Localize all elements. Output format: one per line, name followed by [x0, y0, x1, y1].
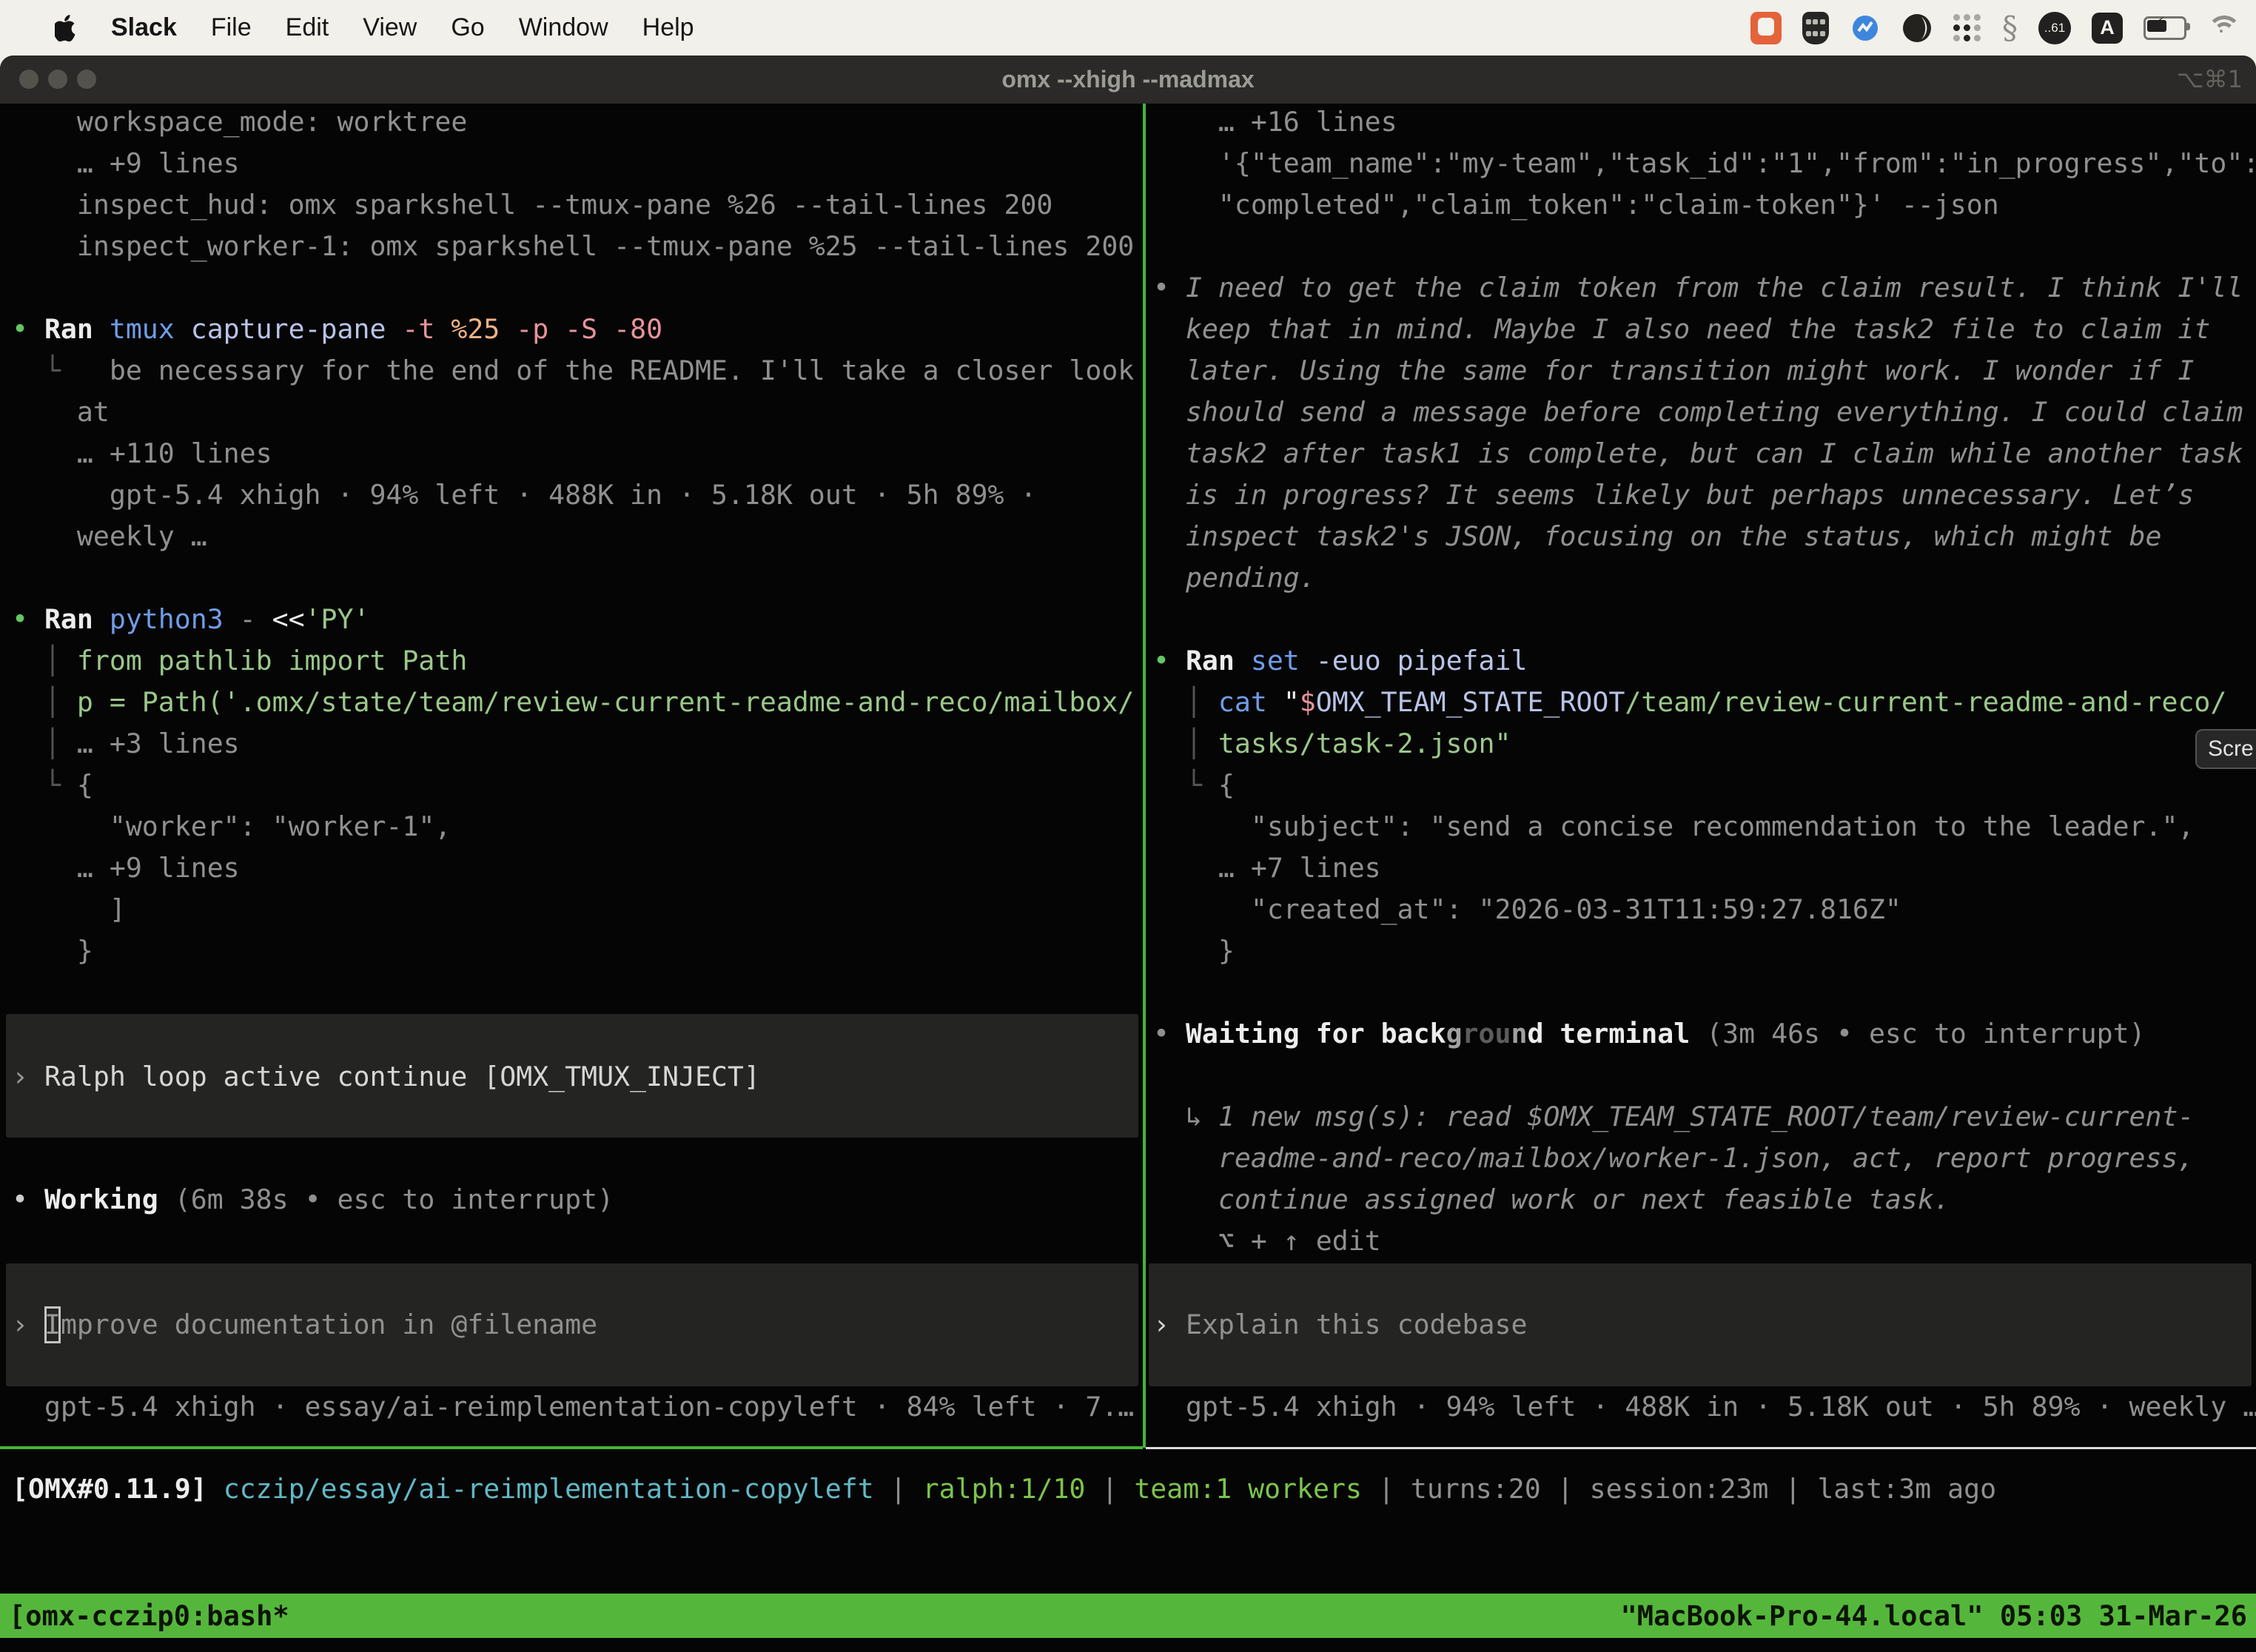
- terminal-line: workspace_mode: worktree: [12, 104, 467, 143]
- menu-item-slack[interactable]: Slack: [111, 13, 177, 42]
- menu-item-view[interactable]: View: [363, 13, 417, 42]
- terminal-content[interactable]: [omx-cczip0:bash* "MacBook-Pro-44.local"…: [0, 104, 2256, 1652]
- terminal-line: … +110 lines: [12, 433, 272, 474]
- ran-command-line: • Ran python3 - <<'PY': [12, 599, 369, 640]
- prompt-text: › Explain this codebase: [1153, 1304, 1527, 1346]
- ran-command-line: • Ran tmux capture-pane -t %25 -p -S -80: [12, 309, 662, 350]
- menu-items: Slack File Edit View Go Window Help: [0, 13, 694, 42]
- terminal-line: should send a message before completing …: [1153, 392, 2243, 433]
- terminal-line: │ from pathlib import Path: [12, 640, 467, 682]
- terminal-line: └ {: [1153, 765, 1235, 806]
- terminal-line: ⌥ + ↑ edit: [1153, 1220, 1381, 1262]
- usage-summary-line: gpt-5.4 xhigh · 94% left · 488K in · 5.1…: [1153, 1386, 2256, 1428]
- terminal-line: task2 after task1 is complete, but can I…: [1153, 433, 2243, 474]
- menu-item-edit[interactable]: Edit: [286, 13, 329, 42]
- terminal-line: │ tasks/task-2.json": [1153, 723, 1511, 765]
- window-title-bar[interactable]: omx --xhigh --madmax ⌥⌘1: [0, 56, 2256, 104]
- wifi-icon[interactable]: [2207, 16, 2241, 41]
- prompt-text: › Ralph loop active continue [OMX_TMUX_I…: [12, 1056, 760, 1098]
- terminal-line: "created_at": "2026-03-31T11:59:27.816Z": [1153, 889, 1901, 930]
- terminal-line: later. Using the same for transition mig…: [1153, 350, 2194, 392]
- terminal-line: }: [12, 930, 93, 972]
- usage-summary-line: gpt-5.4 xhigh · essay/ai-reimplementatio…: [12, 1386, 1134, 1428]
- omx-status-line: [OMX#0.11.9] cczip/essay/ai-reimplementa…: [12, 1468, 1996, 1510]
- status-icons: § ..61 A ⚡: [1750, 12, 2256, 44]
- terminal-line: at: [12, 392, 110, 433]
- left-pane-border: [0, 1446, 1143, 1449]
- battery-icon[interactable]: ⚡: [2143, 16, 2186, 40]
- terminal-line: │ … +3 lines: [12, 723, 240, 765]
- terminal-line: pending.: [1153, 557, 1316, 599]
- terminal-line: gpt-5.4 xhigh · 94% left · 488K in · 5.1…: [12, 474, 1036, 516]
- terminal-line: "worker": "worker-1",: [12, 806, 451, 847]
- terminal-line: keep that in mind. Maybe I also need the…: [1153, 309, 2210, 350]
- terminal-line: inspect task2's JSON, focusing on the st…: [1153, 516, 2161, 557]
- terminal-line: inspect_hud: omx sparkshell --tmux-pane …: [12, 184, 1053, 226]
- terminal-line: is in progress? It seems likely but perh…: [1153, 474, 2194, 516]
- terminal-line: weekly …: [12, 516, 207, 557]
- waiting-status-line: • Waiting for background terminal (3m 46…: [1153, 1013, 2146, 1055]
- input-source-a-icon[interactable]: A: [2092, 13, 2123, 44]
- terminal-line: … +9 lines: [12, 143, 240, 184]
- menu-item-window[interactable]: Window: [519, 13, 608, 42]
- terminal-line: … +16 lines: [1153, 104, 1397, 143]
- terminal-line: readme-and-reco/mailbox/worker-1.json, a…: [1153, 1138, 2194, 1179]
- terminal-line: }: [1153, 930, 1235, 972]
- squiggle-icon[interactable]: §: [2002, 12, 2018, 44]
- menu-item-go[interactable]: Go: [451, 13, 484, 42]
- notification-badge-icon[interactable]: [1750, 12, 1782, 44]
- prompt-text: › Improve documentation in @filename: [12, 1304, 597, 1346]
- window-shortcut-badge: ⌥⌘1: [2177, 56, 2243, 104]
- thinking-text: • I need to get the claim token from the…: [1153, 267, 2243, 309]
- apple-menu-icon[interactable]: [55, 15, 77, 41]
- terminal-window: omx --xhigh --madmax ⌥⌘1 [omx-cczip0:bas…: [0, 56, 2256, 1652]
- terminal-line: continue assigned work or next feasible …: [1153, 1179, 1950, 1220]
- terminal-line: ↳ 1 new msg(s): read $OMX_TEAM_STATE_ROO…: [1153, 1096, 2194, 1138]
- working-status-line: • Working (6m 38s • esc to interrupt): [12, 1179, 614, 1220]
- terminal-line: ]: [12, 889, 126, 930]
- privacy-shield-icon[interactable]: [1802, 12, 1829, 44]
- terminal-line: … +7 lines: [1153, 847, 1381, 889]
- terminal-line: inspect_worker-1: omx sparkshell --tmux-…: [12, 226, 1134, 267]
- countdown-61-badge-icon[interactable]: ..61: [2038, 12, 2071, 44]
- terminal-line: └ be necessary for the end of the README…: [12, 350, 1134, 392]
- tmux-status-bar: [omx-cczip0:bash* "MacBook-Pro-44.local"…: [0, 1594, 2256, 1638]
- tmux-host-clock-label: "MacBook-Pro-44.local" 05:03 31-Mar-26: [1621, 1600, 2247, 1632]
- terminal-line: │ p = Path('.omx/state/team/review-curre…: [12, 682, 1134, 723]
- terminal-line: └ {: [12, 765, 93, 806]
- pane-divider[interactable]: [1143, 104, 1146, 1448]
- menu-item-help[interactable]: Help: [642, 13, 694, 42]
- terminal-line: '{"team_name":"my-team","task_id":"1","f…: [1153, 143, 2256, 184]
- tmux-session-label: [omx-cczip0:bash*: [9, 1600, 289, 1632]
- moon-toggle-icon[interactable]: [1901, 13, 1933, 44]
- sync-badge-icon[interactable]: [1850, 12, 1881, 44]
- terminal-line: "completed","claim_token":"claim-token"}…: [1153, 184, 1999, 226]
- window-title: omx --xhigh --madmax: [0, 56, 2256, 104]
- macos-menu-bar: Slack File Edit View Go Window Help § ..61 A ⚡: [0, 0, 2256, 56]
- terminal-line: │ cat "$OMX_TEAM_STATE_ROOT/team/review-…: [1153, 682, 2226, 723]
- terminal-line: … +9 lines: [12, 847, 240, 889]
- grid-menu-icon[interactable]: [1953, 14, 1981, 42]
- menu-item-file[interactable]: File: [211, 13, 252, 42]
- screenshot-toast-overlay[interactable]: Scre: [2195, 729, 2256, 769]
- terminal-line: "subject": "send a concise recommendatio…: [1153, 806, 2194, 847]
- ran-command-line: • Ran set -euo pipefail: [1153, 640, 1527, 682]
- right-pane-border: [1146, 1447, 2256, 1449]
